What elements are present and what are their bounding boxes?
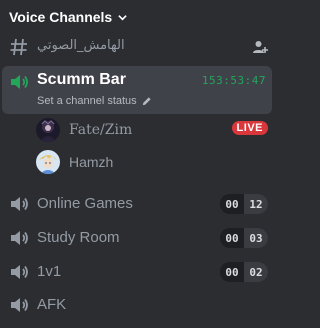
avatar	[36, 150, 60, 174]
text-channel[interactable]: الهامش_الصوتي	[0, 34, 276, 60]
channel-status-button[interactable]: Set a channel status	[37, 95, 152, 107]
user-count: 00	[220, 262, 244, 282]
category-title: Voice Channels	[9, 9, 113, 25]
voice-channel-afk[interactable]: AFK	[0, 292, 276, 318]
voice-channel-list: Voice Channels الهامش_الصوتي Scumm Bar 1…	[0, 0, 276, 328]
speaker-icon	[8, 193, 30, 215]
user-limit: 02	[244, 262, 268, 282]
voice-channel-study-room[interactable]: Study Room 00 03	[0, 225, 276, 251]
channel-name: Online Games	[37, 195, 133, 212]
user-name: Hamzh	[69, 154, 114, 170]
live-badge: LIVE	[231, 121, 268, 135]
channel-status-placeholder: Set a channel status	[37, 95, 137, 107]
channel-name: AFK	[37, 296, 67, 313]
voice-channel-1v1[interactable]: 1v1 00 02	[0, 259, 276, 285]
user-limit-counter: 00 12	[220, 194, 268, 214]
active-voice-channel[interactable]: Scumm Bar 153:53:47 Set a channel status	[2, 66, 272, 114]
user-count: 00	[220, 228, 244, 248]
text-channel-name: الهامش_الصوتي	[37, 38, 125, 53]
speaker-icon	[8, 261, 30, 283]
user-limit-counter: 00 02	[220, 262, 268, 282]
user-limit: 03	[244, 228, 268, 248]
channel-name: 1v1	[37, 263, 62, 280]
avatar	[36, 118, 60, 142]
voice-user[interactable]: Hamzh	[36, 148, 276, 176]
chevron-down-icon	[118, 13, 127, 22]
speaker-icon	[8, 227, 30, 249]
voice-channel-online-games[interactable]: Online Games 00 12	[0, 191, 276, 217]
speaker-active-icon	[8, 71, 30, 93]
call-timer: 153:53:47	[201, 74, 266, 87]
voice-user[interactable]: Fate/Zim LIVE	[36, 116, 276, 144]
user-name: Fate/Zim	[69, 122, 133, 138]
category-header[interactable]: Voice Channels	[9, 9, 127, 25]
active-channel-name: Scumm Bar	[37, 71, 126, 88]
channel-name: Study Room	[37, 229, 120, 246]
pencil-icon	[141, 96, 152, 107]
speaker-icon	[8, 294, 30, 316]
user-count: 00	[220, 194, 244, 214]
user-limit-counter: 00 03	[220, 228, 268, 248]
add-user-icon[interactable]	[252, 39, 268, 55]
hashtag-icon	[8, 36, 30, 58]
user-limit: 12	[244, 194, 268, 214]
